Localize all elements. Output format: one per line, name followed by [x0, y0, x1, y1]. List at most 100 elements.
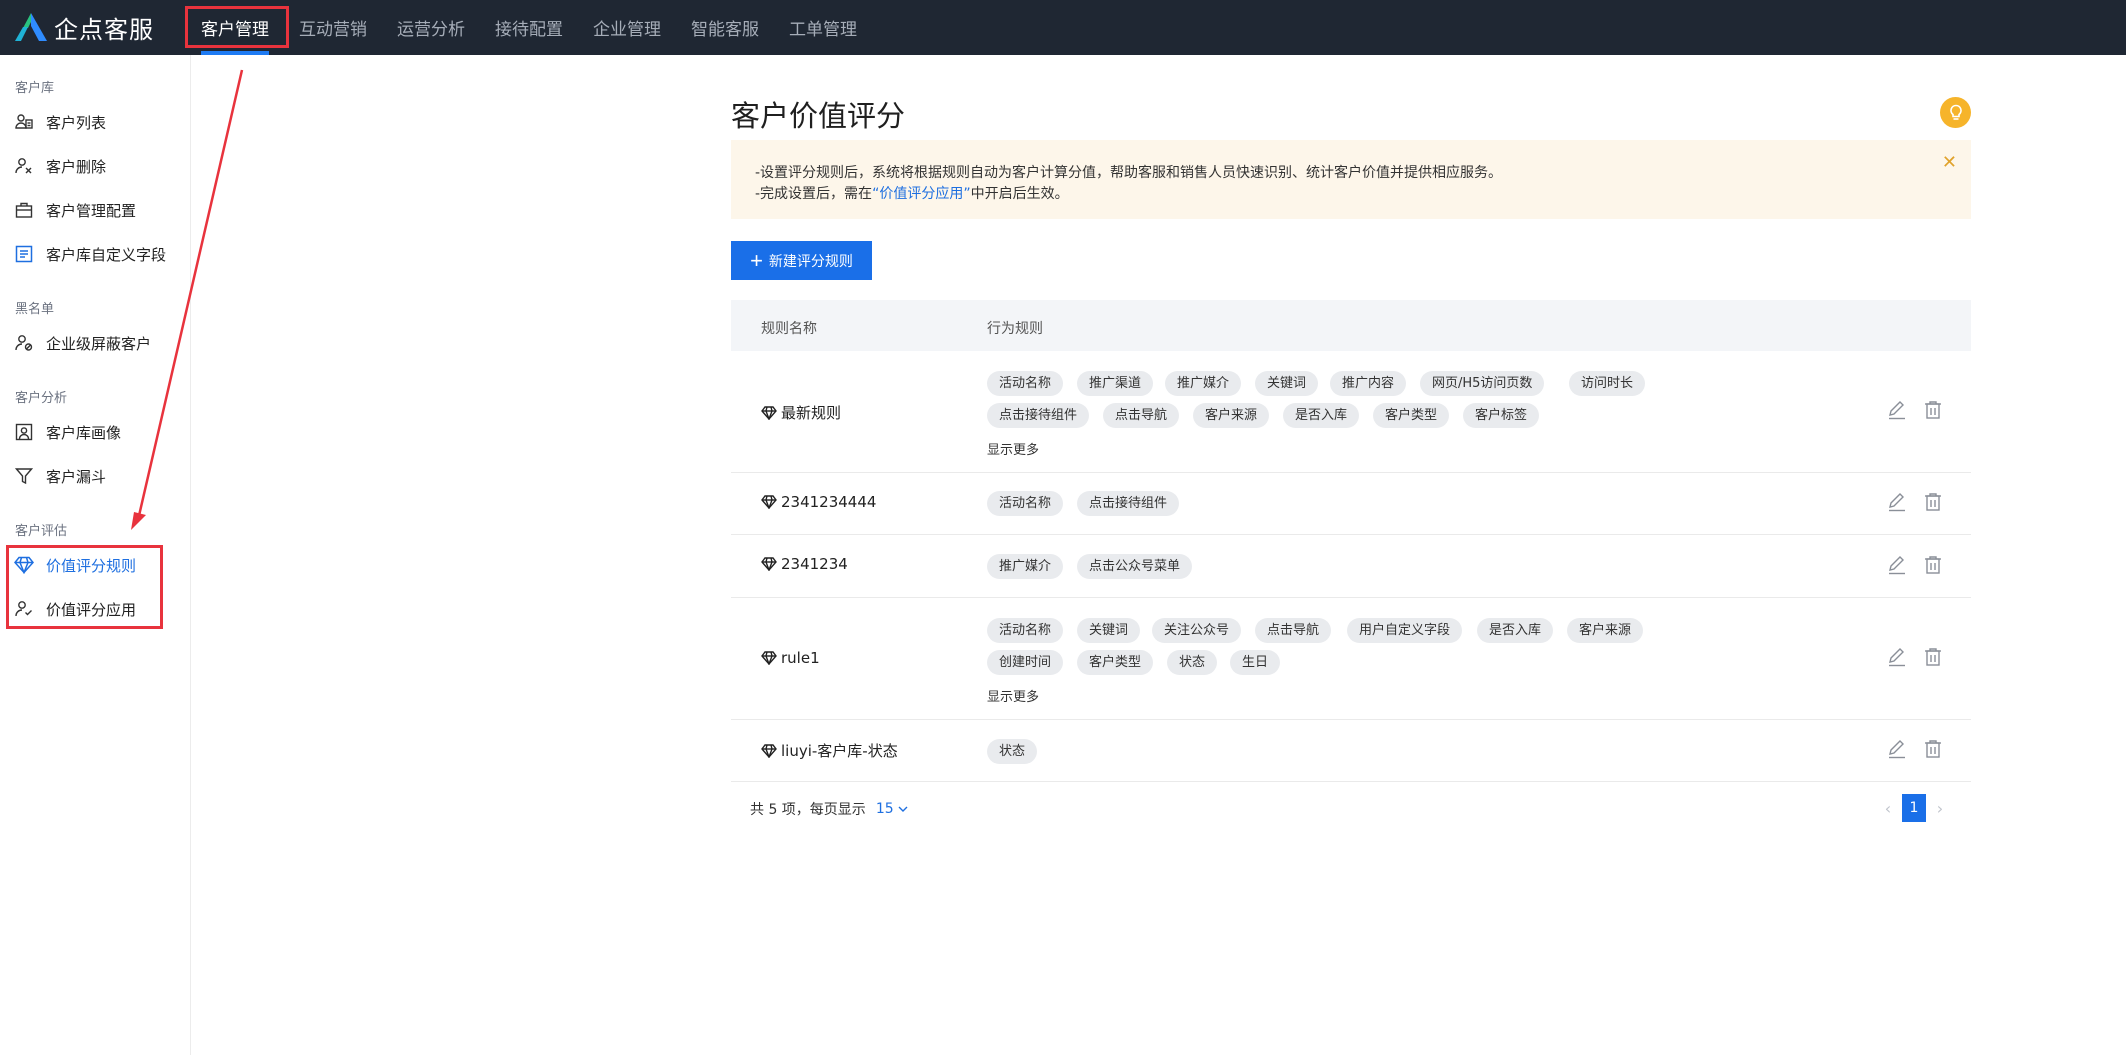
delete-icon[interactable]	[1922, 491, 1944, 513]
sidebar-item-label: 客户管理配置	[46, 201, 137, 220]
table-header: 规则名称 行为规则	[731, 300, 1971, 351]
rule-tag: 点击接待组件	[1077, 491, 1180, 516]
sidebar-item-customer-config[interactable]: 客户管理配置	[14, 195, 186, 225]
nav-item-operation-analysis[interactable]: 运营分析	[382, 0, 480, 55]
edit-icon[interactable]	[1886, 399, 1908, 421]
delete-icon[interactable]	[1922, 646, 1944, 668]
diamond-icon	[761, 557, 777, 571]
close-icon[interactable]: ✕	[1942, 152, 1957, 173]
rule-tag: 活动名称	[987, 371, 1064, 396]
nav-label: 企业管理	[593, 20, 661, 40]
page-size-select[interactable]: 15	[876, 801, 909, 817]
button-label: 新建评分规则	[768, 252, 853, 269]
user-block-icon	[14, 333, 34, 353]
sidebar-item-label: 价值评分规则	[46, 556, 137, 575]
page-number-current[interactable]: 1	[1902, 794, 1926, 822]
prev-page-icon[interactable]: ‹	[1878, 795, 1898, 821]
rule-tag: 关注公众号	[1152, 618, 1242, 643]
rule-tag: 推广内容	[1330, 371, 1407, 396]
rule-tag: 网页/H5访问页数	[1420, 371, 1545, 396]
sidebar-item-value-score-rules[interactable]: 价值评分规则	[14, 550, 186, 580]
nav-item-interactive-marketing[interactable]: 互动营销	[284, 0, 382, 55]
page-title: 客户价值评分	[731, 99, 906, 133]
edit-icon[interactable]	[1886, 646, 1908, 668]
notice-line-1: -设置评分规则后，系统将根据规则自动为客户计算分值，帮助客服和销售人员快速识别、…	[755, 165, 1503, 181]
sidebar-item-customer-delete[interactable]: 客户删除	[14, 151, 186, 181]
row-actions	[1886, 738, 1958, 760]
new-score-rule-button[interactable]: + 新建评分规则	[731, 241, 872, 280]
table-row: 2341234 推广媒介 点击公众号菜单	[731, 535, 1971, 598]
column-header-name: 规则名称	[761, 321, 817, 337]
sidebar-item-custom-field[interactable]: 客户库自定义字段	[14, 239, 186, 269]
rule-tag: 状态	[987, 739, 1038, 764]
show-more-link[interactable]: 显示更多	[987, 686, 1039, 705]
rule-name-text: rule1	[781, 649, 820, 667]
sidebar-item-customer-portrait[interactable]: 客户库画像	[14, 417, 186, 447]
lightbulb-icon[interactable]	[1940, 97, 1971, 128]
logo-mark-icon	[15, 13, 47, 41]
nav-label: 客户管理	[201, 20, 269, 40]
sidebar-item-label: 客户库自定义字段	[46, 245, 167, 264]
nav-label: 运营分析	[397, 20, 465, 40]
edit-icon[interactable]	[1886, 491, 1908, 513]
nav-label: 接待配置	[495, 20, 563, 40]
notice-line-2: -完成设置后，需在“价值评分应用”中开启后生效。	[755, 183, 1069, 203]
rule-name-text: 2341234	[781, 555, 848, 573]
top-navigation-bar: 企点客服 客户管理 互动营销 运营分析 接待配置 企业管理 智能客服 工单管理	[0, 0, 2126, 55]
diamond-icon	[761, 651, 777, 665]
edit-icon[interactable]	[1886, 554, 1908, 576]
rule-tag: 客户类型	[1077, 650, 1154, 675]
sidebar-group-title: 黑名单	[15, 302, 55, 317]
pagination-summary: 共 5 项，每页显示 15	[750, 799, 909, 819]
sidebar-item-enterprise-block[interactable]: 企业级屏蔽客户	[14, 328, 186, 358]
rule-tag: 创建时间	[987, 650, 1064, 675]
nav-item-reception-config[interactable]: 接待配置	[480, 0, 578, 55]
rule-tag: 状态	[1167, 650, 1218, 675]
rule-name-text: liuyi-客户库-状态	[781, 742, 898, 760]
sidebar-item-label: 客户删除	[46, 157, 107, 176]
rule-name: 2341234444	[761, 493, 876, 511]
sidebar-item-value-score-app[interactable]: 价值评分应用	[14, 594, 186, 624]
nav-item-enterprise-management[interactable]: 企业管理	[578, 0, 676, 55]
rule-tag: 是否入库	[1283, 403, 1360, 428]
delete-icon[interactable]	[1922, 554, 1944, 576]
sidebar-item-label: 企业级屏蔽客户	[46, 334, 152, 353]
rule-tag: 点击导航	[1103, 403, 1180, 428]
custom-field-icon	[14, 244, 34, 264]
edit-icon[interactable]	[1886, 738, 1908, 760]
app-name: 企点客服	[54, 15, 154, 44]
user-remove-icon	[14, 156, 34, 176]
sidebar-group-title: 客户评估	[15, 524, 68, 539]
notice-text: -完成设置后，需在	[755, 186, 873, 202]
rule-tag: 客户来源	[1193, 403, 1270, 428]
nav-item-smart-service[interactable]: 智能客服	[676, 0, 774, 55]
value-score-app-link[interactable]: “价值评分应用”	[872, 186, 971, 202]
app-logo[interactable]: 企点客服	[14, 9, 154, 45]
rule-name-text: 2341234444	[781, 493, 877, 511]
next-page-icon[interactable]: ›	[1930, 795, 1950, 821]
nav-label: 工单管理	[789, 20, 857, 40]
briefcase-icon	[14, 200, 34, 220]
diamond-icon	[14, 555, 34, 575]
nav-item-ticket-management[interactable]: 工单管理	[774, 0, 872, 55]
sidebar-group-title: 客户分析	[15, 391, 68, 406]
rule-tag: 访问时长	[1569, 371, 1646, 396]
row-actions	[1886, 554, 1958, 576]
rule-tag: 用户自定义字段	[1347, 618, 1463, 643]
total-count-text: 共 5 项，每页显示	[750, 802, 866, 818]
sidebar: 客户库 客户列表 客户删除 客户管理配置 客户库自定义字段 黑名单 企业级屏蔽客…	[0, 55, 191, 1055]
show-more-link[interactable]: 显示更多	[987, 439, 1039, 458]
notice-banner: -设置评分规则后，系统将根据规则自动为客户计算分值，帮助客服和销售人员快速识别、…	[731, 140, 1971, 219]
sidebar-item-customer-list[interactable]: 客户列表	[14, 107, 186, 137]
delete-icon[interactable]	[1922, 399, 1944, 421]
row-actions	[1886, 491, 1958, 513]
rule-tag: 活动名称	[987, 491, 1064, 516]
notice-text: 中开启后生效。	[970, 186, 1069, 202]
table-row: 最新规则 活动名称 推广渠道 推广媒介 关键词 推广内容 网页/H5访问页数 访…	[731, 351, 1971, 473]
nav-item-customer-management[interactable]: 客户管理	[186, 0, 284, 55]
column-header-rule: 行为规则	[987, 321, 1043, 337]
table-row: rule1 活动名称 关键词 关注公众号 点击导航 用户自定义字段 是否入库 客…	[731, 598, 1971, 720]
sidebar-item-customer-funnel[interactable]: 客户漏斗	[14, 461, 186, 491]
table-row: liuyi-客户库-状态 状态	[731, 720, 1971, 782]
delete-icon[interactable]	[1922, 738, 1944, 760]
